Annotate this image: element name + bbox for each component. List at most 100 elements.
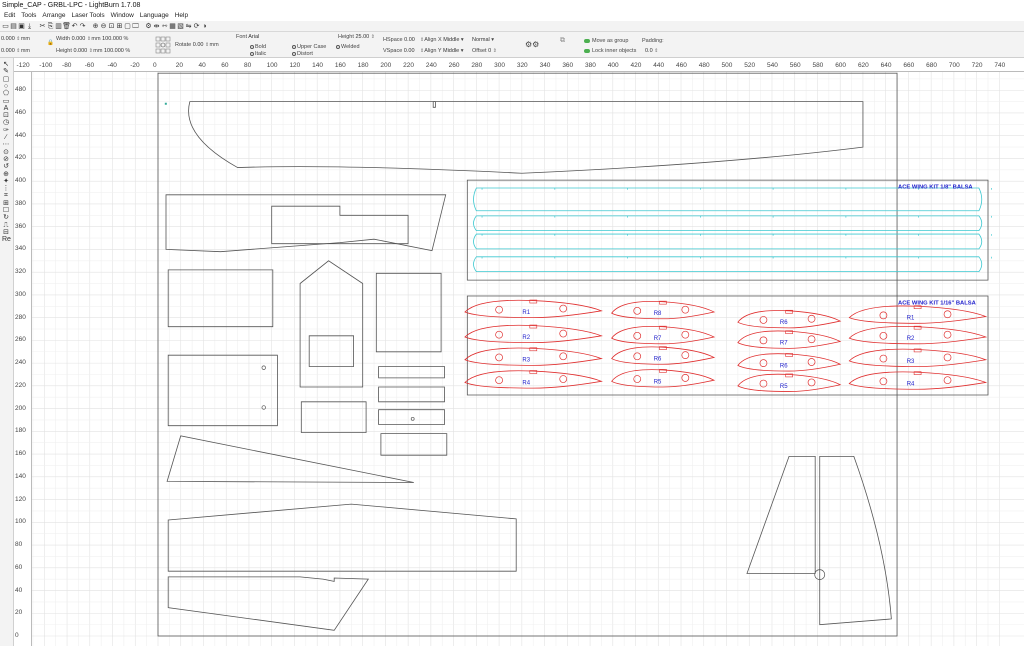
zoom-selection-icon[interactable]: ⊞ <box>116 23 123 30</box>
ungroup-icon[interactable]: ▧ <box>177 23 184 30</box>
italic-toggle[interactable]: Italic <box>250 51 266 58</box>
save-file-icon[interactable]: ▣ <box>18 23 25 30</box>
menu-language[interactable]: Language <box>140 11 169 21</box>
rib-label: R8 <box>654 311 662 317</box>
timer-icon[interactable]: ◷ <box>2 119 10 126</box>
height-field[interactable]: Height 0.000 ⇕ mm 100.000 % <box>56 48 130 55</box>
anchor-grid-icon[interactable] <box>155 35 173 55</box>
draw-lines-icon[interactable]: ✑ <box>2 127 10 134</box>
align-x-select[interactable]: ⇕ Align X Middle ▾ <box>420 37 464 44</box>
rotate-icon[interactable]: ⟳ <box>193 23 200 30</box>
boolean-icon[interactable]: ◑ <box>201 23 208 30</box>
align-y-select[interactable]: ⇕ Align Y Middle ▾ <box>420 48 464 55</box>
padding-field[interactable]: 0.0 ⇕ <box>645 48 658 55</box>
zoom-out-icon[interactable]: ⊖ <box>100 23 107 30</box>
move-as-group-toggle[interactable]: Move as group <box>584 38 628 45</box>
rib-label: R7 <box>654 336 662 342</box>
ruler-x-tick: 240 <box>425 62 437 69</box>
rectangle-icon[interactable]: ▢ <box>2 76 10 83</box>
menu-edit[interactable]: Edit <box>4 11 15 21</box>
frame-icon[interactable]: ▭ <box>2 98 10 105</box>
lock-ratio-icon[interactable]: 🔒 <box>47 40 54 47</box>
redo-icon[interactable]: ↷ <box>79 23 86 30</box>
workspace-canvas[interactable]: R1 R8 R6 R1 R2 R7 R7 R2 R3 R6 R6 R3 R4 R5 R5 R4 ACE WING… <box>32 72 1024 646</box>
ellipse-icon[interactable]: ○ <box>2 83 10 90</box>
open-file-icon[interactable]: ▤ <box>10 23 17 30</box>
text-height-field[interactable]: Height 25.00 ⇕ <box>338 34 375 41</box>
circle-tool-icon[interactable]: ⊙ <box>2 149 10 156</box>
checkbox-icon[interactable]: ☐ <box>2 207 10 214</box>
distribute-icon[interactable]: ⇿ <box>161 23 168 30</box>
menu-arrange[interactable]: Arrange <box>42 11 65 21</box>
edit-nodes-icon[interactable]: ✎ <box>2 68 10 75</box>
balsa-18-label: ACE WING KIT 1/8" BALSA <box>898 185 973 191</box>
cut-icon[interactable]: ✂ <box>39 23 46 30</box>
polygon-icon[interactable]: ⬠ <box>2 90 10 97</box>
star-icon[interactable]: ✦ <box>2 178 10 185</box>
add-icon[interactable]: ⊕ <box>2 171 10 178</box>
offset-icon[interactable]: ⎍ <box>2 222 10 229</box>
ruler-x-tick: 380 <box>585 62 596 69</box>
undo-icon[interactable]: ↶ <box>71 23 78 30</box>
width-field[interactable]: Width 0.000 ⇕ mm 100.000 % <box>56 36 128 43</box>
balsa-18-frame <box>466 179 989 281</box>
ruler-y-tick: 220 <box>15 381 26 389</box>
settings-icon[interactable]: ⚙ <box>145 23 152 30</box>
subtract-icon[interactable]: ⊟ <box>2 229 10 236</box>
xpos-field[interactable]: 0.000 ⇕ mm <box>1 36 30 43</box>
ruler-y-tick: 480 <box>15 86 26 94</box>
import-icon[interactable]: ⤓ <box>26 23 33 30</box>
rib-hole <box>807 314 816 323</box>
group-icon[interactable]: ▦ <box>169 23 176 30</box>
welded-toggle[interactable]: Welded <box>336 44 360 51</box>
design-canvas-svg[interactable]: R1 R8 R6 R1 R2 R7 R7 R2 R3 R6 R6 R3 R4 R5 R5 R4 ACE WING… <box>32 72 1024 646</box>
zoom-in-icon[interactable]: ⊕ <box>92 23 99 30</box>
text-icon[interactable]: A <box>2 105 10 112</box>
text-mode-select[interactable]: Normal ▾ <box>472 37 494 44</box>
line-icon[interactable]: ∕ <box>2 134 10 141</box>
menu-help[interactable]: Help <box>175 11 188 21</box>
distort-toggle[interactable]: Distort <box>292 51 313 58</box>
position-icon[interactable]: ⊡ <box>2 112 10 119</box>
ruler-x-tick: 740 <box>994 62 1006 69</box>
dots-icon[interactable]: ⋯ <box>2 141 10 148</box>
bold-toggle[interactable]: Bold <box>250 44 266 51</box>
align-icon[interactable]: ⇹ <box>153 23 160 30</box>
ruler-y-tick: 380 <box>15 199 26 207</box>
menu-tools[interactable]: Tools <box>21 11 36 21</box>
paste-icon[interactable]: ▥ <box>55 23 62 30</box>
reset-icon[interactable]: Re <box>2 236 11 243</box>
ruler-x-tick: 400 <box>607 62 619 69</box>
hspace-field[interactable]: HSpace 0.00 <box>383 37 415 44</box>
rotate-field[interactable]: Rotate 0.00 ⇕ mm <box>175 42 219 49</box>
menu-laser-tools[interactable]: Laser Tools <box>72 11 105 21</box>
offset-field[interactable]: Offset 0 ⇕ <box>472 48 497 55</box>
ruler-y-tick: 340 <box>15 245 26 253</box>
menu-window[interactable]: Window <box>111 11 134 21</box>
grid-array-icon[interactable]: ⌗ <box>2 192 10 199</box>
upper-case-toggle[interactable]: Upper Case <box>292 44 326 51</box>
rib-hole <box>559 329 568 338</box>
ruler-x-tick: 480 <box>698 62 710 69</box>
frame-icon[interactable]: ▢ <box>124 23 131 30</box>
measure-icon[interactable]: ⊘ <box>2 156 10 163</box>
lock-inner-toggle[interactable]: Lock inner objects <box>584 48 636 55</box>
text-tools-icon[interactable]: ⚙⚙ <box>525 41 539 49</box>
mirror-icon[interactable]: ⇋ <box>185 23 192 30</box>
panel-rect-1 <box>167 269 274 328</box>
ypos-field[interactable]: 0.000 ⇕ mm <box>1 48 30 55</box>
new-file-icon[interactable]: ▭ <box>2 23 9 30</box>
add-box-icon[interactable]: ⊞ <box>2 200 10 207</box>
zoom-fit-icon[interactable]: ⊡ <box>108 23 115 30</box>
rotate-tool-icon[interactable]: ↺ <box>2 163 10 170</box>
vertical-dots-icon[interactable]: ⋮ <box>2 185 10 192</box>
refresh-icon[interactable]: ↻ <box>2 214 10 221</box>
copy-icon[interactable]: ⎘ <box>47 23 54 30</box>
delete-icon[interactable]: 🗑 <box>62 23 71 30</box>
font-select[interactable]: Font Arial <box>236 34 259 41</box>
vspace-field[interactable]: VSpace 0.00 <box>383 48 415 55</box>
ruler-x-tick: 100 <box>266 62 278 69</box>
rib-label: R2 <box>522 335 530 341</box>
monitor-icon[interactable]: 🖵 <box>132 23 139 30</box>
select-icon[interactable]: ↖ <box>2 61 10 68</box>
